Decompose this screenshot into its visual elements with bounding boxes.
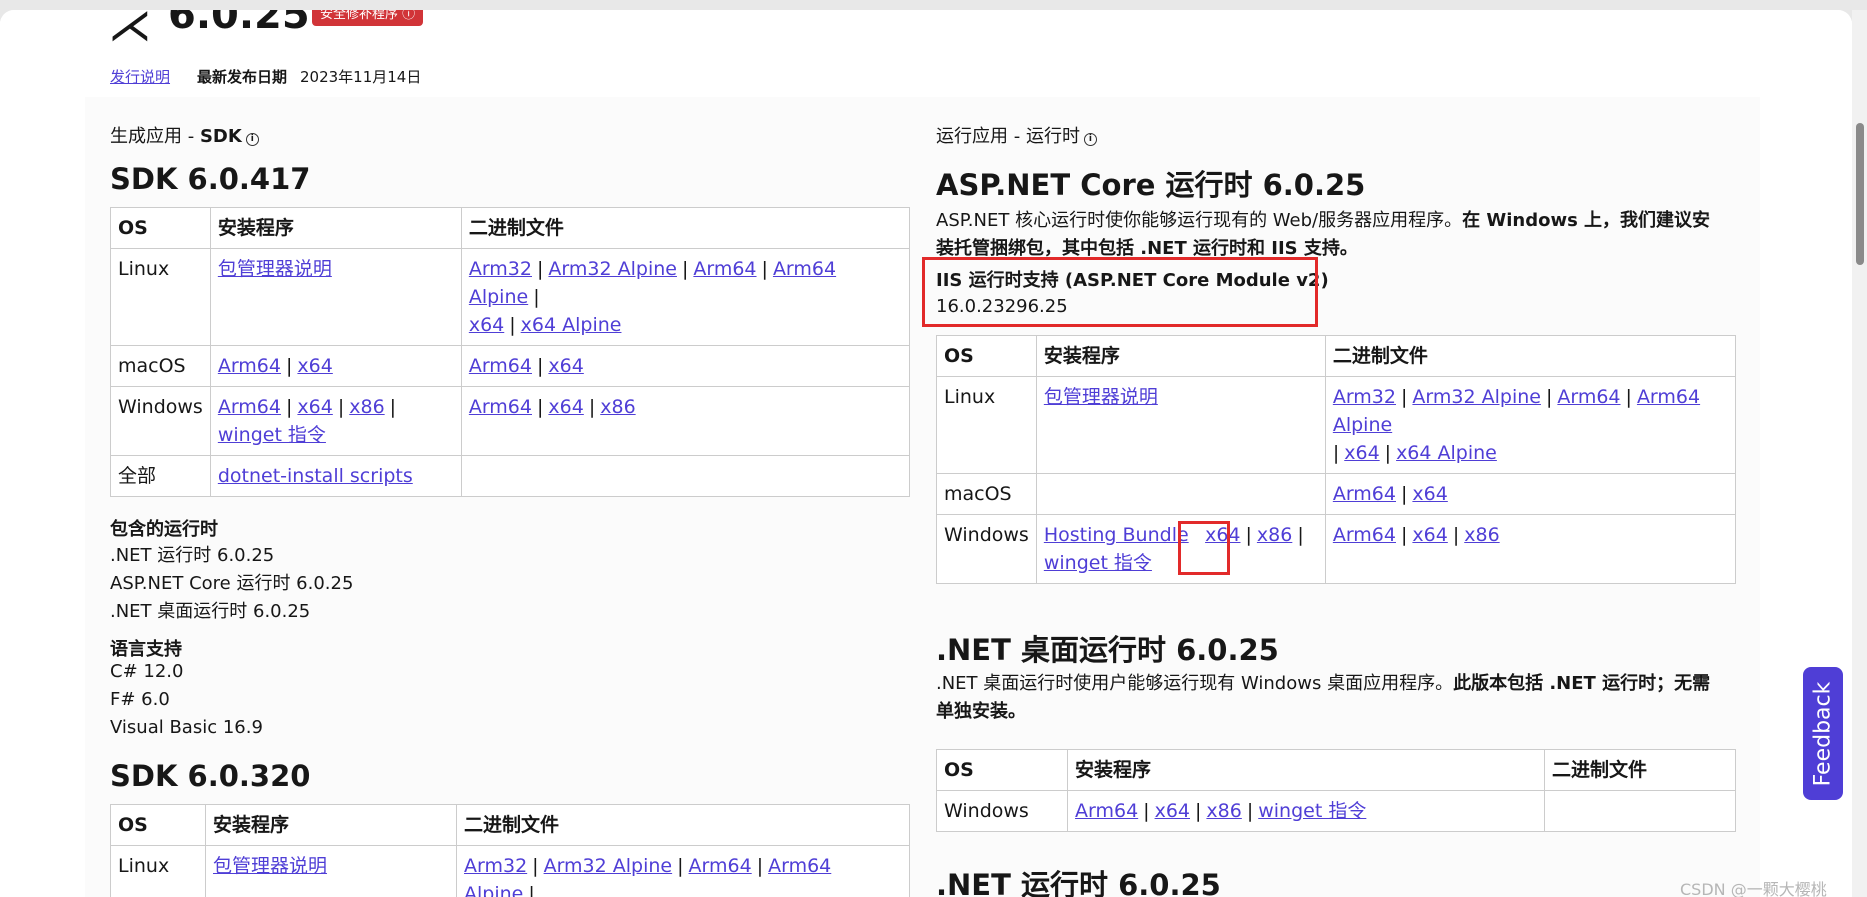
vertical-scrollbar[interactable]: [1852, 10, 1867, 897]
installer-link[interactable]: x64: [1155, 800, 1190, 822]
page: ⋌ 6.0.25 安全修补程序 ⓘ 发行说明 最新发布日期 2023年11月14…: [0, 10, 1852, 897]
table-row: Linux 包管理器说明 Arm32 | Arm32 Alpine | Arm64 | Ar…: [110, 248, 911, 346]
release-header: ⋌ 6.0.25 安全修补程序 ⓘ 发行说明 最新发布日期 2023年11月14…: [0, 10, 1852, 97]
desktop-download-table: OS 安装程序 二进制文件 Windows Arm64 | x64 | x86 | wing…: [936, 749, 1736, 832]
list-item: ASP.NET Core 运行时 6.0.25: [110, 573, 354, 594]
binary-link[interactable]: x64: [548, 396, 583, 418]
table-row: macOS Arm64 | x64 Arm64 | x64: [110, 345, 911, 387]
release-date: 2023年11月14日: [300, 68, 422, 86]
package-manager-link[interactable]: 包管理器说明: [213, 855, 327, 877]
scroll-thumb[interactable]: [1856, 123, 1864, 265]
highlight-box: [922, 257, 1318, 327]
list-item: Visual Basic 16.9: [110, 717, 263, 738]
list-item: .NET 运行时 6.0.25: [110, 545, 275, 566]
binary-link[interactable]: x64 Alpine: [521, 314, 622, 336]
release-notes-link[interactable]: 发行说明: [110, 66, 170, 87]
binary-link[interactable]: Arm64: [1557, 386, 1620, 408]
info-icon[interactable]: i: [245, 133, 259, 146]
net-runtime-title: .NET 运行时 6.0.25: [936, 868, 1221, 897]
table-row: Linux 包管理器说明 Arm32 | Arm32 Alpine | Arm64 | Ar…: [936, 376, 1737, 474]
package-manager-link[interactable]: 包管理器说明: [218, 258, 332, 280]
table-row: Windows Arm64 | x64 | x86 | winget 指令 Arm64 | x6…: [110, 386, 911, 456]
winget-link[interactable]: winget 指令: [218, 424, 326, 446]
security-badge[interactable]: 安全修补程序 ⓘ: [312, 10, 424, 26]
sdk-download-table-2: OS 安装程序 二进制文件 Linux 包管理器说明 Arm32 | Arm32 A…: [110, 804, 910, 897]
table-row: Linux 包管理器说明 Arm32 | Arm32 Alpine | Arm64 | Ar…: [110, 845, 910, 897]
binary-link[interactable]: Arm64: [1333, 524, 1396, 546]
list-item: C# 12.0: [110, 661, 184, 682]
sdk-download-table: OS 安装程序 二进制文件 Linux 包管理器说明 Arm32 | Arm32 A…: [110, 207, 911, 497]
sdk-title: SDK 6.0.417: [110, 162, 311, 196]
binary-link[interactable]: x64 Alpine: [1396, 442, 1497, 464]
binary-link[interactable]: Arm32: [464, 855, 527, 877]
table-header-row: OS 安装程序 二进制文件: [936, 335, 1737, 377]
aspnet-runtime-title: ASP.NET Core 运行时 6.0.25: [936, 168, 1366, 202]
winget-link[interactable]: winget 指令: [1044, 552, 1152, 574]
hosting-bundle-link[interactable]: Hosting Bundle: [1044, 524, 1189, 546]
installer-link[interactable]: x64: [297, 355, 332, 377]
table-header-row: OS 安装程序 二进制文件: [936, 749, 1736, 791]
binary-link[interactable]: x64: [548, 355, 583, 377]
list-item: F# 6.0: [110, 689, 170, 710]
desktop-description: .NET 桌面运行时使用户能够运行现有 Windows 桌面应用程序。此版本包括…: [936, 673, 1711, 722]
sdk-section-label: 生成应用 - SDK i: [110, 122, 259, 148]
binary-link[interactable]: Arm32: [1333, 386, 1396, 408]
installer-link[interactable]: x86: [349, 396, 384, 418]
sdk-title-2: SDK 6.0.320: [110, 759, 311, 793]
runtime-section-label: 运行应用 - 运行时 i: [936, 122, 1097, 148]
watermark: CSDN @一颗大樱桃: [1680, 880, 1827, 897]
release-date-label: 最新发布日期: [197, 68, 288, 86]
binary-link[interactable]: x86: [600, 396, 635, 418]
package-manager-link[interactable]: 包管理器说明: [1044, 386, 1158, 408]
install-scripts-link[interactable]: dotnet-install scripts: [218, 465, 413, 487]
binary-link[interactable]: x86: [1464, 524, 1499, 546]
winget-link[interactable]: winget 指令: [1258, 800, 1366, 822]
version-heading: 6.0.25: [168, 10, 310, 38]
table-header-row: OS 安装程序 二进制文件: [110, 207, 911, 249]
installer-link[interactable]: Arm64: [218, 355, 281, 377]
binary-link[interactable]: x64: [469, 314, 504, 336]
table-header-row: OS 安装程序 二进制文件: [110, 804, 910, 846]
binary-link[interactable]: x64: [1412, 483, 1447, 505]
downloads-panel: 生成应用 - SDK i SDK 6.0.417 OS 安装程序 二进制文件 Li…: [85, 97, 1760, 897]
highlight-box-x64: [1178, 521, 1230, 575]
installer-link[interactable]: x64: [297, 396, 332, 418]
table-row: Windows Hosting Bundle|x64|x86|winget 指令…: [936, 514, 1737, 584]
table-row: macOS Arm64 | x64: [936, 473, 1737, 515]
binary-link[interactable]: Arm32 Alpine: [544, 855, 673, 877]
table-row: Windows Arm64 | x64 | x86 | winget 指令: [936, 790, 1736, 832]
binary-link[interactable]: Arm64: [469, 396, 532, 418]
binary-link[interactable]: Arm64: [469, 355, 532, 377]
installer-link[interactable]: x86: [1206, 800, 1241, 822]
binary-link[interactable]: x64: [1344, 442, 1379, 464]
dotnet-logo-icon: ⋌: [108, 10, 152, 51]
feedback-button[interactable]: Feedback: [1803, 667, 1843, 800]
desktop-runtime-title: .NET 桌面运行时 6.0.25: [936, 633, 1279, 667]
info-icon[interactable]: i: [1083, 133, 1097, 146]
binary-link[interactable]: Arm64: [689, 855, 752, 877]
installer-link[interactable]: Arm64: [218, 396, 281, 418]
included-runtimes-title: 包含的运行时: [110, 519, 218, 540]
binary-link[interactable]: Arm32: [469, 258, 532, 280]
installer-link[interactable]: Arm64: [1075, 800, 1138, 822]
binary-link[interactable]: Arm64: [693, 258, 756, 280]
binary-link[interactable]: Arm64: [1333, 483, 1396, 505]
feedback-label: Feedback: [1810, 681, 1836, 786]
language-support-title: 语言支持: [110, 639, 182, 660]
binary-link[interactable]: Arm32 Alpine: [548, 258, 677, 280]
binary-link[interactable]: x64: [1412, 524, 1447, 546]
aspnet-description: ASP.NET 核心运行时使你能够运行现有的 Web/服务器应用程序。在 Win…: [936, 210, 1711, 259]
binary-link[interactable]: Arm32 Alpine: [1412, 386, 1541, 408]
aspnet-download-table: OS 安装程序 二进制文件 Linux 包管理器说明 Arm32 | Arm32 A…: [936, 335, 1737, 584]
list-item: .NET 桌面运行时 6.0.25: [110, 601, 311, 622]
table-row: 全部 dotnet-install scripts: [110, 455, 911, 497]
installer-link[interactable]: x86: [1257, 524, 1292, 546]
